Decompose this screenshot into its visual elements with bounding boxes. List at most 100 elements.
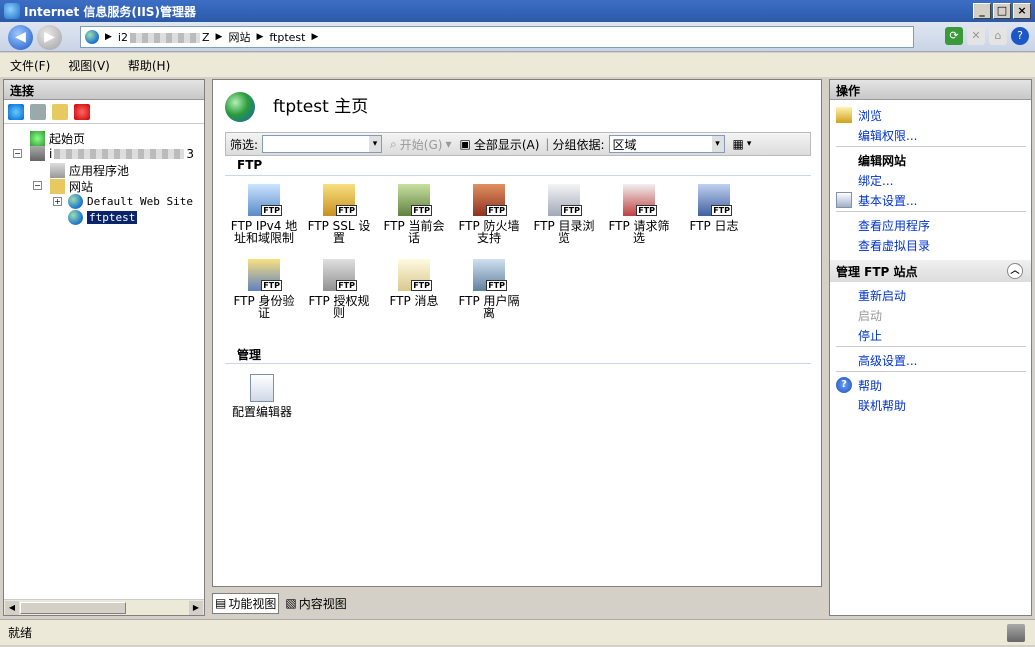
action-advanced-settings[interactable]: 高级设置... bbox=[858, 352, 917, 369]
actions-panel: 操作 浏览 编辑权限... 编辑网站 绑定... 基本设置... 查看应用程序 … bbox=[829, 79, 1032, 616]
group-by-label: 分组依据: bbox=[552, 137, 605, 152]
tree-default-web-site[interactable]: Default Web Site bbox=[68, 194, 193, 209]
server-icon bbox=[30, 146, 45, 161]
forward-button[interactable]: ▶ bbox=[37, 25, 62, 50]
refresh-icon[interactable]: ⟳ bbox=[945, 27, 963, 45]
feature-ftp-directory-browsing[interactable]: FTP FTP 目录浏览 bbox=[527, 184, 601, 244]
filter-label: 筛选: bbox=[230, 137, 259, 152]
window-title: Internet 信息服务(IIS)管理器 bbox=[24, 4, 196, 19]
separator bbox=[836, 146, 1026, 147]
save-icon[interactable] bbox=[30, 103, 46, 120]
group-by-select[interactable]: 区域 bbox=[608, 135, 725, 153]
scroll-right-icon[interactable]: ▶ bbox=[189, 601, 203, 615]
chevron-right-icon: ▶ bbox=[215, 32, 223, 42]
menu-bar: 文件(F) 视图(V) 帮助(H) bbox=[0, 53, 1035, 77]
status-text: 就绪 bbox=[8, 626, 33, 640]
action-view-applications[interactable]: 查看应用程序 bbox=[858, 217, 930, 234]
feature-ftp-request-filtering[interactable]: FTP FTP 请求筛选 bbox=[602, 184, 676, 244]
title-bar: Internet 信息服务(IIS)管理器 _ □ × bbox=[0, 0, 1035, 22]
authentication-icon: FTP bbox=[248, 259, 282, 291]
tree-ftptest[interactable]: ftptest bbox=[68, 210, 138, 225]
feature-ftp-messages[interactable]: FTP FTP 消息 bbox=[377, 259, 451, 307]
network-status-icon bbox=[1007, 624, 1025, 642]
features-view-tab[interactable]: ▤ 功能视图 bbox=[212, 592, 280, 614]
tree-app-pools[interactable]: 应用程序池 bbox=[50, 162, 129, 179]
feature-config-editor[interactable]: 配置编辑器 bbox=[227, 374, 297, 418]
chevron-right-icon: ▶ bbox=[105, 32, 112, 42]
action-basic-settings[interactable]: 基本设置... bbox=[858, 192, 917, 209]
feature-ftp-user-isolation[interactable]: FTP FTP 用户隔离 bbox=[452, 259, 526, 319]
action-help[interactable]: 帮助 bbox=[858, 377, 882, 394]
help-icon[interactable]: ? bbox=[1011, 27, 1029, 45]
config-editor-icon bbox=[250, 374, 274, 402]
feature-ftp-authorization[interactable]: FTP FTP 授权规则 bbox=[302, 259, 376, 319]
user-isolation-icon: FTP bbox=[473, 259, 507, 291]
address-bar[interactable]: ▶ i2 Z ▶ 网站 ▶ ftptest ▶ bbox=[80, 26, 914, 48]
tree-server[interactable]: i3 bbox=[30, 146, 194, 161]
back-button[interactable]: ◀ bbox=[8, 25, 33, 50]
sites-collapse-icon[interactable]: − bbox=[33, 181, 42, 190]
action-bindings[interactable]: 绑定... bbox=[858, 172, 893, 189]
up-folder-icon[interactable] bbox=[52, 103, 68, 120]
action-start: 启动 bbox=[858, 309, 883, 323]
iis-app-icon bbox=[4, 3, 20, 19]
start-page-icon bbox=[30, 131, 45, 146]
show-all-button[interactable]: ▣ 全部显示(A) bbox=[459, 136, 539, 153]
features-panel: ftptest 主页 筛选: ⌕ 开始(G) ▾ ▣ 全部显示(A) | 分组依… bbox=[212, 79, 822, 587]
request-filtering-icon: FTP bbox=[623, 184, 657, 216]
tree-start-page[interactable]: 起始页 bbox=[30, 130, 85, 147]
feature-ftp-logging[interactable]: FTP FTP 日志 bbox=[677, 184, 751, 232]
action-online-help[interactable]: 联机帮助 bbox=[858, 397, 906, 414]
horizontal-scrollbar[interactable]: ◀ ▶ bbox=[4, 599, 204, 615]
server-collapse-icon[interactable]: − bbox=[13, 149, 22, 158]
menu-file[interactable]: 文件(F) bbox=[10, 57, 50, 74]
filter-input[interactable] bbox=[262, 135, 383, 153]
section-ftp: FTP bbox=[225, 158, 811, 176]
connect-icon[interactable] bbox=[8, 103, 24, 120]
scroll-left-icon[interactable]: ◀ bbox=[5, 601, 19, 615]
start-filter-button[interactable]: ⌕ 开始(G) ▾ bbox=[390, 136, 451, 153]
content-view-icon: ▧ bbox=[285, 596, 297, 610]
key-icon: FTP bbox=[323, 259, 357, 291]
redacted-text bbox=[54, 148, 185, 159]
menu-help[interactable]: 帮助(H) bbox=[128, 57, 170, 74]
action-restart[interactable]: 重新启动 bbox=[858, 287, 906, 304]
directory-browsing-icon: FTP bbox=[548, 184, 582, 216]
breadcrumb-sites[interactable]: 网站 bbox=[228, 29, 250, 45]
feature-ftp-firewall[interactable]: FTP FTP 防火墙 支持 bbox=[452, 184, 526, 244]
tree-sites[interactable]: 网站 bbox=[50, 178, 93, 195]
status-bar: 就绪 bbox=[0, 619, 1035, 645]
scroll-thumb[interactable] bbox=[20, 602, 126, 614]
action-view-virtual-directories[interactable]: 查看虚拟目录 bbox=[858, 237, 930, 254]
connections-header: 连接 bbox=[4, 80, 204, 100]
minimize-button[interactable]: _ bbox=[973, 3, 991, 19]
breadcrumb-ftptest[interactable]: ftptest bbox=[269, 31, 305, 44]
action-stop[interactable]: 停止 bbox=[858, 327, 882, 344]
action-edit-permissions[interactable]: 编辑权限... bbox=[858, 127, 917, 144]
disconnect-icon[interactable] bbox=[74, 103, 90, 120]
manage-ftp-site-header: 管理 FTP 站点 ︿ bbox=[830, 260, 1031, 282]
edit-site-heading: 编辑网站 bbox=[858, 154, 907, 168]
app-pool-icon bbox=[50, 163, 65, 178]
default-site-expand-icon[interactable]: + bbox=[53, 197, 62, 206]
action-browse[interactable]: 浏览 bbox=[858, 107, 882, 124]
feature-ftp-ip-restrictions[interactable]: FTP FTP IPv4 地址和域限制 bbox=[227, 184, 301, 244]
stop-icon[interactable]: ✕ bbox=[967, 27, 985, 45]
feature-ftp-ssl[interactable]: FTP FTP SSL 设置 bbox=[302, 184, 376, 244]
collapse-icon[interactable]: ︿ bbox=[1007, 263, 1023, 279]
feature-ftp-sessions[interactable]: FTP FTP 当前会话 bbox=[377, 184, 451, 244]
globe-icon bbox=[68, 210, 83, 225]
content-view-tab[interactable]: ▧ 内容视图 bbox=[283, 594, 348, 613]
feature-ftp-authentication[interactable]: FTP FTP 身份验证 bbox=[227, 259, 301, 319]
home-icon[interactable]: ⌂ bbox=[989, 27, 1007, 45]
view-mode-button[interactable]: ▦ ▾ bbox=[733, 137, 752, 151]
connections-tree: 起始页 − i3 应用程序池 − 网站 + Default Web Site f… bbox=[4, 124, 204, 225]
help-icon: ? bbox=[836, 377, 852, 393]
chevron-right-icon[interactable]: ▶ bbox=[311, 32, 318, 42]
close-button[interactable]: × bbox=[1013, 3, 1031, 19]
maximize-button[interactable]: □ bbox=[993, 3, 1011, 19]
menu-view[interactable]: 视图(V) bbox=[68, 57, 110, 74]
show-all-icon: ▣ bbox=[459, 137, 471, 151]
breadcrumb-server[interactable]: i2 Z bbox=[118, 31, 210, 44]
features-view-icon: ▤ bbox=[215, 596, 227, 610]
